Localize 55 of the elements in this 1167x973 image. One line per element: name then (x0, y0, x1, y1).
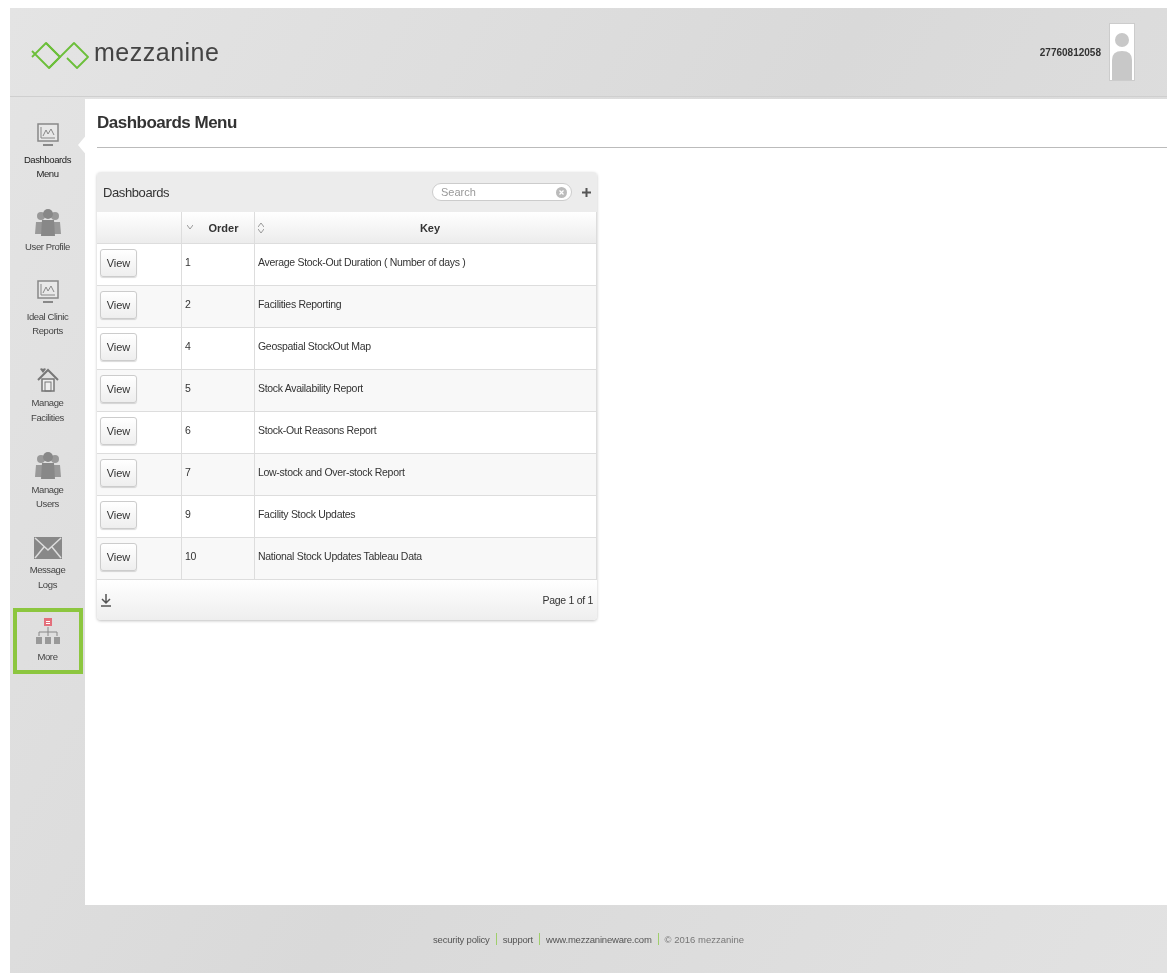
key-cell: Stock Availability Report (255, 369, 597, 411)
sort-icon[interactable] (258, 222, 264, 233)
order-cell: 2 (182, 285, 255, 327)
sidebar-item[interactable]: Ideal Clinic Reports (12, 269, 83, 349)
column-header[interactable]: Order (182, 212, 255, 243)
sidebar-item[interactable]: Manage Facilities (12, 354, 83, 435)
view-button[interactable]: View (100, 459, 137, 487)
key-cell: Facility Stock Updates (255, 495, 597, 537)
column-header[interactable] (97, 212, 182, 243)
order-cell: 9 (182, 495, 255, 537)
avatar-icon[interactable] (1109, 23, 1135, 81)
column-header[interactable]: Key (255, 212, 597, 243)
sidebar-item[interactable]: User Profile (12, 197, 83, 264)
footer-link[interactable]: support (502, 933, 533, 945)
view-button[interactable]: View (100, 543, 137, 571)
order-cell: 6 (182, 411, 255, 453)
view-button[interactable]: View (100, 291, 137, 319)
users-icon (34, 450, 61, 479)
key-cell: National Stock Updates Tableau Data (255, 537, 597, 579)
download-icon[interactable] (101, 593, 111, 607)
view-button[interactable]: View (100, 375, 137, 403)
envelope-icon (33, 537, 62, 560)
order-cell: 1 (182, 243, 255, 285)
order-cell: 7 (182, 453, 255, 495)
key-cell: Facilities Reporting (255, 285, 597, 327)
copyright: © 2016 mezzanine (664, 933, 744, 945)
footer-link[interactable]: security policy (433, 933, 490, 945)
clear-icon[interactable] (556, 187, 567, 198)
key-cell: Low-stock and Over-stock Report (255, 453, 597, 495)
sidebar-item[interactable]: Manage Users (12, 440, 83, 522)
page-title: Dashboards Menu (97, 99, 1167, 148)
users-icon (34, 207, 61, 236)
order-cell: 4 (182, 327, 255, 369)
add-icon[interactable] (582, 187, 591, 197)
footer-link[interactable]: www.mezzanineware.com (546, 933, 652, 945)
view-button[interactable]: View (100, 501, 137, 529)
sidebar-item[interactable]: Message Logs (12, 527, 83, 602)
order-cell: 5 (182, 369, 255, 411)
key-cell: Average Stock-Out Duration ( Number of days ) (255, 243, 597, 285)
search-field[interactable]: Search (432, 183, 572, 201)
view-button[interactable]: View (100, 333, 137, 361)
view-button[interactable]: View (100, 417, 137, 445)
chart-monitor-icon (36, 123, 59, 149)
panel-title: Dashboards (103, 184, 170, 200)
logo-text: mezzanine (94, 37, 220, 67)
key-cell: Geospatial StockOut Map (255, 327, 597, 369)
order-cell: 10 (182, 537, 255, 579)
key-cell: Stock-Out Reasons Report (255, 411, 597, 453)
username: 27760812058 (1039, 46, 1101, 58)
chart-monitor-icon (36, 279, 59, 306)
sitemap-icon (35, 617, 60, 646)
view-button[interactable]: View (100, 249, 137, 277)
pager-text: Page 1 of 1 (542, 594, 593, 606)
sort-down-icon[interactable] (187, 225, 193, 230)
sidebar-item[interactable]: More (12, 607, 83, 674)
